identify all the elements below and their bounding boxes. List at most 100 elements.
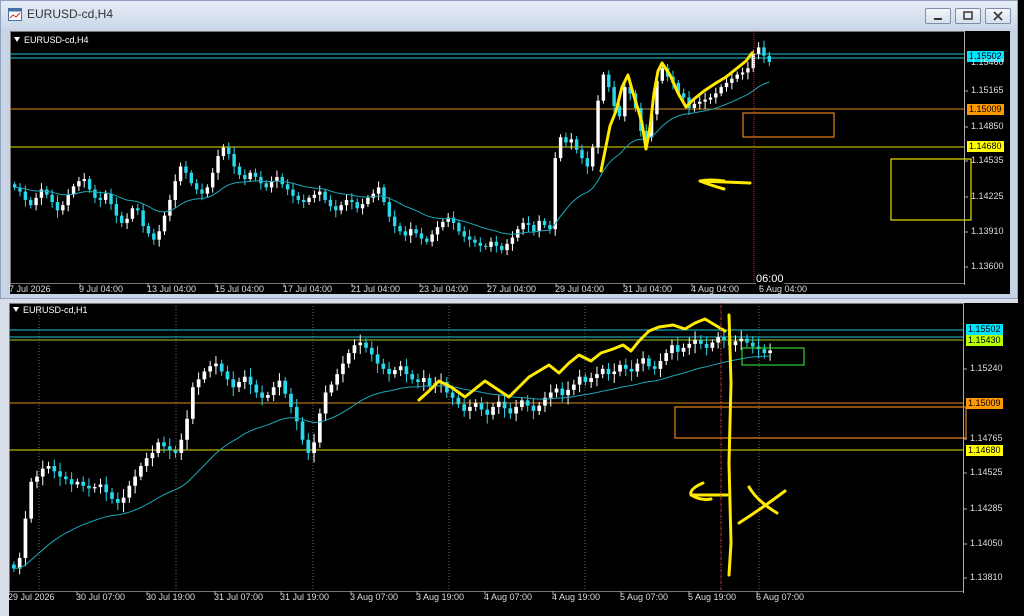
x-axis-tick-label: 17 Jul 04:00: [283, 284, 333, 294]
restore-button[interactable]: [955, 8, 981, 24]
candle-body: [387, 202, 392, 217]
candle-body: [29, 481, 34, 519]
candle: [730, 72, 734, 90]
candle-body: [724, 82, 729, 88]
candle: [494, 235, 499, 253]
candle-body: [242, 376, 247, 382]
candle-body: [623, 364, 628, 369]
candle-body: [500, 245, 504, 251]
candle-body: [618, 364, 622, 372]
candle-body: [494, 241, 499, 246]
candle-body: [375, 354, 380, 364]
candle: [34, 193, 38, 211]
window-title: EURUSD-cd,H4: [27, 7, 114, 21]
candle: [489, 237, 493, 252]
candle: [483, 243, 488, 250]
candle-body: [473, 403, 478, 407]
candle: [35, 470, 39, 489]
candle-body: [571, 384, 576, 390]
candle: [698, 96, 702, 110]
candle-body: [237, 166, 242, 175]
x-axis-tick-label: 29 Jul 2026: [9, 592, 55, 602]
candle-body: [483, 245, 488, 247]
candle: [500, 242, 504, 254]
candle: [473, 399, 478, 412]
candle: [502, 393, 507, 418]
y-axis-tick-label: 1.14525: [970, 467, 1003, 477]
supply-zone-box: [742, 112, 835, 138]
candle: [708, 93, 713, 104]
candle-body: [491, 406, 495, 415]
candle-body: [50, 194, 54, 203]
close-button[interactable]: [985, 8, 1011, 24]
window-titlebar[interactable]: EURUSD-cd,H4: [1, 1, 1017, 29]
candle-body: [210, 172, 215, 188]
candle-body: [221, 147, 226, 157]
candle: [317, 408, 322, 448]
candle: [266, 391, 270, 402]
candle: [269, 176, 274, 193]
x-axis-tick-label: 31 Jul 07:00: [214, 592, 264, 602]
candle: [248, 170, 252, 182]
candle: [81, 476, 86, 492]
candle: [740, 67, 745, 80]
candle: [98, 478, 103, 494]
candle: [162, 212, 167, 236]
candle-body: [328, 199, 333, 207]
candle: [623, 82, 627, 122]
h4-price-chart[interactable]: EURUSD-cd,H4 1.15165 1.14850 1.14535 1.1422…: [10, 31, 1010, 294]
h4-chart-window[interactable]: EURUSD-cd,H4 EURUSD-cd,H4 1.15165 1.14850…: [0, 0, 1018, 299]
candle: [660, 65, 664, 84]
minimize-button[interactable]: [925, 8, 951, 24]
h4-chart-canvas[interactable]: [10, 31, 1010, 294]
candle-body: [462, 404, 467, 411]
candle-body: [398, 226, 402, 232]
candle-body: [291, 189, 295, 196]
candle-body: [416, 379, 420, 382]
candle: [558, 134, 563, 162]
candle: [451, 211, 456, 230]
candle-body: [468, 406, 472, 411]
candle: [208, 360, 213, 378]
candle-body: [61, 205, 65, 211]
candle-body: [98, 484, 103, 488]
candle: [92, 483, 97, 493]
candle-body: [194, 183, 199, 190]
candle: [387, 361, 391, 382]
candle: [756, 42, 761, 60]
candle: [114, 197, 119, 224]
candle-body: [136, 208, 140, 211]
candle-body: [63, 476, 68, 480]
candle-body: [467, 236, 472, 240]
candle-body: [114, 204, 119, 216]
candle-body: [104, 484, 109, 493]
candle-body: [532, 225, 536, 232]
candle-body: [505, 243, 509, 251]
x-axis-tick-label: 4 Aug 19:00: [552, 592, 601, 602]
candle: [214, 356, 218, 375]
candle-body: [698, 101, 702, 104]
candle-body: [312, 442, 316, 453]
candle: [173, 174, 177, 208]
candle: [141, 204, 145, 233]
candle-body: [243, 174, 247, 180]
candle-body: [307, 197, 311, 203]
candle-body: [162, 442, 166, 447]
candle-body: [554, 388, 559, 393]
candle-body: [202, 371, 207, 380]
candle-body: [34, 197, 38, 206]
candle: [692, 100, 697, 112]
candle-body: [585, 158, 590, 167]
candle: [242, 370, 247, 390]
candle: [120, 211, 124, 228]
candle: [69, 472, 74, 493]
h1-chart-canvas[interactable]: [9, 303, 1018, 616]
candle: [40, 460, 45, 486]
h1-price-chart[interactable]: EURUSD-cd,H1 1.15240 1.14765 1.14525 1.1428…: [9, 303, 1018, 616]
candle-body: [435, 227, 440, 235]
y-axis-tick-label: 1.14765: [970, 433, 1003, 443]
candle: [607, 70, 611, 92]
candle-body: [596, 100, 600, 148]
candle: [225, 365, 230, 386]
candle-body: [317, 413, 322, 443]
